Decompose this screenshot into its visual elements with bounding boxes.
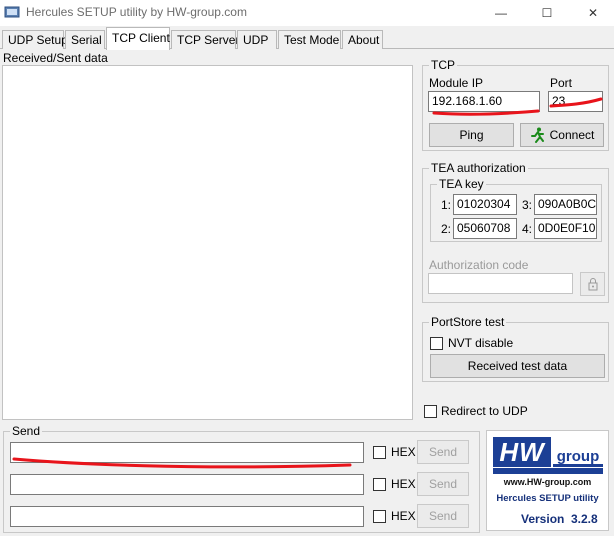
window-title: Hercules SETUP utility by HW-group.com <box>26 5 247 19</box>
tea-key-4-label: 4: <box>522 222 533 236</box>
port-label: Port <box>550 76 573 90</box>
close-button[interactable]: ✕ <box>570 0 614 26</box>
nvt-disable-checkbox[interactable] <box>430 337 443 350</box>
received-sent-label: Received/Sent data <box>3 51 108 65</box>
hex-label-3: HEX <box>391 509 416 523</box>
received-test-data-button[interactable]: Received test data <box>430 354 605 378</box>
hw-logo-url: www.HW-group.com <box>503 477 592 487</box>
maximize-button[interactable]: ☐ <box>524 0 570 26</box>
hex-checkbox-3[interactable] <box>373 510 386 523</box>
authorization-code-label: Authorization code <box>429 258 529 272</box>
send-button-3[interactable]: Send <box>417 504 469 528</box>
tab-test-mode[interactable]: Test Mode <box>278 30 341 49</box>
send-group-title: Send <box>10 424 43 438</box>
authorization-code-input[interactable] <box>428 273 573 294</box>
tab-tcp-client[interactable]: TCP Client <box>106 27 170 50</box>
hw-group-logo-panel[interactable]: HW group www.HW-group.com Hercules SETUP… <box>486 430 609 531</box>
nvt-disable-label: NVT disable <box>448 336 514 350</box>
hw-logo-group-text: group <box>553 449 603 467</box>
send-input-3[interactable] <box>10 506 364 527</box>
red-annotation-underline <box>549 97 603 108</box>
connect-runner-icon <box>530 127 544 143</box>
hex-checkbox-2[interactable] <box>373 478 386 491</box>
hex-label-2: HEX <box>391 477 416 491</box>
tab-udp[interactable]: UDP <box>237 30 277 49</box>
tea-key-2-label: 2: <box>441 222 452 236</box>
red-annotation-underline <box>432 109 540 116</box>
received-sent-textarea[interactable] <box>2 65 413 420</box>
hw-logo-mark: HW <box>493 437 551 467</box>
tcp-group-title: TCP <box>429 58 457 72</box>
redirect-to-udp-checkbox[interactable] <box>424 405 437 418</box>
tea-key-1-label: 1: <box>441 198 452 212</box>
tea-key-title: TEA key <box>437 177 486 191</box>
version-number: 3.2.8 <box>571 512 598 526</box>
hex-checkbox-1[interactable] <box>373 446 386 459</box>
hercules-app-icon <box>4 6 20 18</box>
authorization-lock-button[interactable] <box>580 272 605 296</box>
tea-key-4-input[interactable]: 0D0E0F10 <box>534 218 597 239</box>
version-label: Version <box>521 512 565 526</box>
product-name: Hercules SETUP utility <box>496 493 599 504</box>
tea-key-2-input[interactable]: 05060708 <box>453 218 517 239</box>
hw-logo-bar <box>493 468 603 474</box>
hex-label-1: HEX <box>391 445 416 459</box>
tea-key-3-label: 3: <box>522 198 533 212</box>
tab-strip: UDP Setup Serial TCP Client TCP Server U… <box>0 27 614 50</box>
tea-key-3-input[interactable]: 090A0B0C <box>534 194 597 215</box>
portstore-test-title: PortStore test <box>429 315 507 329</box>
ping-button[interactable]: Ping <box>429 123 514 147</box>
module-ip-label: Module IP <box>429 76 484 90</box>
send-button-2[interactable]: Send <box>417 472 469 496</box>
tab-about[interactable]: About <box>342 30 383 49</box>
redirect-to-udp-label: Redirect to UDP <box>441 404 528 418</box>
minimize-button[interactable]: — <box>478 0 524 26</box>
tea-authorization-title: TEA authorization <box>429 161 528 175</box>
tab-udp-setup[interactable]: UDP Setup <box>2 30 68 49</box>
connect-button-label: Connect <box>549 128 595 142</box>
tab-tcp-server[interactable]: TCP Server <box>171 30 239 49</box>
red-annotation-underline <box>12 457 352 469</box>
connect-button[interactable]: Connect <box>520 123 604 147</box>
send-button-1[interactable]: Send <box>417 440 469 464</box>
send-input-2[interactable] <box>10 474 364 495</box>
tea-key-1-input[interactable]: 01020304 <box>453 194 517 215</box>
lock-icon <box>588 278 597 291</box>
title-bar: Hercules SETUP utility by HW-group.com —… <box>0 0 614 26</box>
tab-serial[interactable]: Serial <box>65 30 105 49</box>
